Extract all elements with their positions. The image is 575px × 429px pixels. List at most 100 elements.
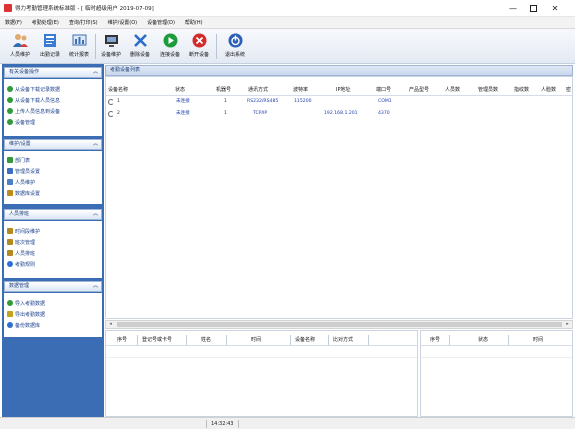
sidebar-item-download-people[interactable]: 从设备下载人员信息 [7, 96, 60, 104]
sidebar-item-staff-scheduling[interactable]: 人员排班 [7, 249, 35, 257]
table-row-comm[interactable]: TCP/IP [253, 110, 267, 118]
disconnect-device-button[interactable]: 断开设备 [185, 32, 213, 62]
dept-icon [7, 157, 13, 163]
sidebar-item-label: 人员排班 [15, 250, 36, 257]
column-header[interactable]: 密 [566, 86, 571, 95]
menu-maintenance[interactable]: 维护/设置(O) [108, 19, 138, 26]
sidebar-item-backup-database[interactable]: 备份数据库 [7, 321, 40, 329]
record-book-icon [43, 34, 56, 47]
sidebar-item-attendance-rules[interactable]: 考勤规则 [7, 260, 35, 268]
table-row-ip[interactable]: 192.168.1.201 [324, 110, 358, 118]
sidebar-item-shift-management[interactable]: 班次管理 [7, 238, 35, 246]
sidebar-item-upload-people[interactable]: 上传人员信息到设备 [7, 107, 60, 115]
menu-attendance[interactable]: 考勤处理(E) [32, 19, 59, 26]
sidebar-item-time-period[interactable]: 时间段维护 [7, 227, 40, 235]
table-row-status[interactable]: 未连接 [176, 110, 190, 118]
log-column-header[interactable]: 设备名称 [295, 336, 315, 345]
sidebar-section-scheduling[interactable]: 人员排班 ︽ [4, 209, 102, 220]
column-header[interactable]: IP地址 [336, 86, 351, 95]
scroll-right-arrow-icon[interactable]: ▸ [563, 321, 572, 328]
toolbar-separator [216, 34, 217, 59]
table-row-machine[interactable]: 1 [224, 110, 227, 118]
column-header[interactable]: 状态 [175, 86, 185, 95]
close-button[interactable]: ✕ [548, 3, 562, 14]
sidebar-item-device-management[interactable]: 设备管理 [7, 118, 35, 126]
menu-query-print[interactable]: 查询/打印(S) [69, 19, 98, 26]
column-header[interactable]: 产品型号 [409, 86, 429, 95]
device-maintenance-label: 设备维护 [100, 52, 121, 58]
log-column-header[interactable]: 比对方式 [333, 336, 353, 345]
device-table-hscrollbar[interactable]: ◂ ▸ [105, 320, 573, 329]
sidebar-section-maintenance[interactable]: 维护/设置 ︽ [4, 139, 102, 150]
table-row-device-id[interactable]: 1 [117, 98, 120, 106]
column-divider [226, 335, 227, 345]
log-column-header[interactable]: 序号 [117, 336, 127, 345]
sidebar-item-people-maintenance[interactable]: 人员维护 [7, 178, 35, 186]
collapse-chevron-icon[interactable]: ︽ [93, 210, 98, 219]
column-header[interactable]: 设备名称 [108, 86, 128, 95]
sidebar-panel-data-management: 导入考勤数据 导出考勤数据 备份数据库 [4, 293, 102, 337]
table-row-machine[interactable]: 1 [224, 98, 227, 106]
sidebar-panel-maintenance: 部门表 管理员设置 人员维护 数据库设置 [4, 151, 102, 204]
event-column-header[interactable]: 时间 [533, 336, 543, 345]
statistics-report-button[interactable]: 统计报表 [65, 32, 93, 62]
title-bar: 得力考勤管理系统标准版 - [ 临时超级用户 2019-07-09] — ✕ [0, 0, 575, 17]
maximize-button[interactable] [526, 3, 540, 14]
sidebar-item-label: 从设备下载记录数据 [15, 86, 61, 93]
sidebar-item-department[interactable]: 部门表 [7, 156, 30, 164]
sidebar-item-database-settings[interactable]: 数据库设置 [7, 189, 40, 197]
menu-data[interactable]: 数据(F) [5, 19, 22, 26]
column-header[interactable]: 波特率 [293, 86, 308, 95]
minimize-button[interactable]: — [506, 3, 520, 14]
log-column-header[interactable]: 时间 [251, 336, 261, 345]
table-row-comm[interactable]: RS232/RS485 [247, 98, 278, 106]
sidebar-item-import-data[interactable]: 导入考勤数据 [7, 299, 45, 307]
delete-device-button[interactable]: 删除设备 [126, 32, 154, 62]
admin-icon [7, 168, 13, 174]
sidebar-item-label: 从设备下载人员信息 [15, 97, 61, 104]
sidebar-section-title: 数据管理 [9, 283, 30, 289]
sidebar-item-label: 上传人员信息到设备 [15, 108, 61, 115]
event-row-divider [421, 357, 572, 358]
report-icon [72, 34, 86, 46]
sidebar-item-download-records[interactable]: 从设备下载记录数据 [7, 85, 60, 93]
menu-help[interactable]: 帮助(H) [185, 19, 203, 26]
collapse-chevron-icon[interactable]: ︽ [93, 140, 98, 149]
status-clock: 14:32:43 [211, 421, 234, 427]
device-list-title: 考勤设备列表 [110, 67, 141, 73]
column-header[interactable]: 机器号 [216, 86, 231, 95]
table-row-port[interactable]: 4370 [378, 110, 390, 118]
column-header[interactable]: 指纹数 [514, 86, 529, 95]
column-header[interactable]: 管理员数 [478, 86, 498, 95]
table-row-port[interactable]: COM1 [378, 98, 392, 106]
column-divider [508, 335, 509, 345]
column-header[interactable]: 通讯方式 [248, 86, 268, 95]
event-header-divider [421, 345, 572, 346]
column-header[interactable]: 端口号 [376, 86, 391, 95]
collapse-chevron-icon[interactable]: ︽ [93, 68, 98, 77]
sidebar-section-data-management[interactable]: 数据管理 ︽ [4, 281, 102, 292]
table-row-status[interactable]: 未连接 [176, 98, 190, 106]
column-header[interactable]: 人员数 [445, 86, 460, 95]
event-column-header[interactable]: 序号 [430, 336, 440, 345]
device-maintenance-button[interactable]: 设备维护 [97, 32, 125, 62]
column-header[interactable]: 人脸数 [541, 86, 556, 95]
menu-device[interactable]: 设备管理(D) [147, 19, 175, 26]
collapse-chevron-icon[interactable]: ︽ [93, 282, 98, 291]
exit-system-label: 退出系统 [224, 52, 245, 58]
attendance-record-button[interactable]: 出勤记录 [36, 32, 64, 62]
sidebar-item-admin-settings[interactable]: 管理员设置 [7, 167, 40, 175]
sidebar-section-device-ops[interactable]: 有关设备操作 ︽ [4, 67, 102, 78]
event-column-header[interactable]: 状态 [478, 336, 488, 345]
table-row-device-id[interactable]: 2 [117, 110, 120, 118]
log-column-header[interactable]: 姓名 [201, 336, 211, 345]
people-maintenance-button[interactable]: 人员维护 [6, 32, 34, 62]
scroll-left-arrow-icon[interactable]: ◂ [106, 321, 115, 328]
sidebar-item-export-data[interactable]: 导出考勤数据 [7, 310, 45, 318]
log-column-header[interactable]: 登记号或卡号 [142, 336, 172, 345]
exit-system-button[interactable]: 退出系统 [221, 32, 249, 62]
connect-device-button[interactable]: 连接设备 [156, 32, 184, 62]
table-row-baud[interactable]: 115200 [294, 98, 312, 106]
window-title: 得力考勤管理系统标准版 - [ 临时超级用户 2019-07-09] [15, 6, 154, 12]
scrollbar-thumb[interactable] [117, 322, 562, 327]
